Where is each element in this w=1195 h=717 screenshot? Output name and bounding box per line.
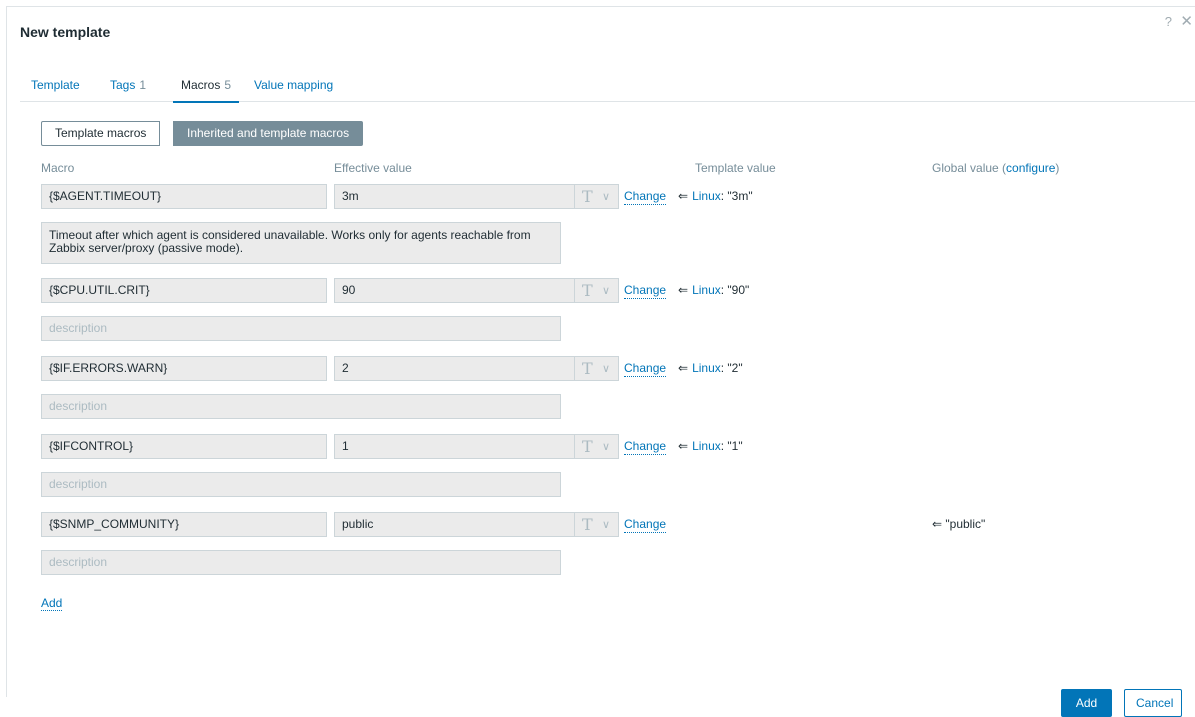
change-link[interactable]: Change [624,439,667,455]
effective-value-column-header: Effective value [334,161,412,175]
add-button[interactable]: Add [1061,689,1112,717]
close-icon[interactable]: ✕ [1180,14,1193,29]
chevron-down-icon: ∨ [602,191,611,203]
macro-column-header: Macro [41,161,75,175]
text-type-icon: T [582,281,593,300]
chevron-down-icon: ∨ [602,285,611,297]
chevron-down-icon: ∨ [602,441,611,453]
macro-name-field[interactable]: {$AGENT.TIMEOUT} [41,184,327,209]
inherit-arrow-icon: ⇐ [678,439,689,453]
tab-tags[interactable]: Tags 1 [110,77,146,102]
dialog-title: New template [20,24,111,40]
tab-label: Macros [181,78,221,92]
template-value: ⇐ Linux: "90" [672,283,749,297]
template-value-column-header: Template value [695,161,776,175]
tab-count: 1 [139,78,147,92]
change-link[interactable]: Change [624,283,667,299]
chevron-down-icon: ∨ [602,519,611,531]
tab-count: 5 [224,78,232,92]
template-value-text: : "90" [720,283,750,297]
macro-name-field[interactable]: {$IFCONTROL} [41,434,327,459]
template-link[interactable]: Linux [692,189,721,203]
tab-macros[interactable]: Macros 5 [172,77,240,103]
template-value-text: : "1" [720,439,743,453]
global-value-label: Global value ( [932,161,1007,175]
macro-description-field[interactable]: description [41,394,561,419]
template-link[interactable]: Linux [692,361,721,375]
value-type-dropdown[interactable]: T ∨ [575,512,619,537]
inherited-macros-toggle[interactable]: Inherited and template macros [173,121,364,146]
text-type-icon: T [582,187,593,206]
text-type-icon: T [582,515,593,534]
template-link[interactable]: Linux [692,283,721,297]
inherit-arrow-icon: ⇐ [678,361,689,375]
global-value: ⇐ "public" [932,517,986,531]
global-value-column-header: Global value (configure) [932,161,1059,175]
tab-label: Template [31,78,80,92]
macro-description-field[interactable]: Timeout after which agent is considered … [41,222,561,264]
change-link[interactable]: Change [624,517,667,533]
tab-label: Value mapping [254,78,334,92]
value-type-dropdown[interactable]: T ∨ [575,184,619,209]
macro-name-field[interactable]: {$CPU.UTIL.CRIT} [41,278,327,303]
template-macros-toggle[interactable]: Template macros [41,121,161,146]
macro-name-field[interactable]: {$IF.ERRORS.WARN} [41,356,327,381]
add-macro-link[interactable]: Add [41,596,63,611]
change-link[interactable]: Change [624,361,667,377]
text-type-icon: T [582,359,593,378]
cancel-button[interactable]: Cancel [1124,689,1182,717]
macro-name-field[interactable]: {$SNMP_COMMUNITY} [41,512,327,537]
macro-value-field[interactable]: 90 [334,278,575,303]
macro-value-field[interactable]: 3m [334,184,575,209]
change-link[interactable]: Change [624,189,667,205]
macro-value-field[interactable]: 1 [334,434,575,459]
value-type-dropdown[interactable]: T ∨ [575,356,619,381]
chevron-down-icon: ∨ [602,363,611,375]
inherit-arrow-icon: ⇐ [678,283,689,297]
macro-description-field[interactable]: description [41,472,561,497]
tab-template[interactable]: Template [31,77,80,102]
macro-value-field[interactable]: public [334,512,575,537]
tab-value-mapping[interactable]: Value mapping [254,77,333,102]
macro-value-field[interactable]: 2 [334,356,575,381]
inherit-arrow-icon: ⇐ [678,189,689,203]
template-value: ⇐ Linux: "3m" [672,189,753,203]
help-icon[interactable]: ? [1165,15,1172,29]
template-dialog: New template ? ✕ Template Tags 1 Macros 5 … [6,6,1195,697]
template-value: ⇐ Linux: "1" [672,439,743,453]
macro-description-field[interactable]: description [41,316,561,341]
text-type-icon: T [582,437,593,456]
template-value: ⇐ Linux: "2" [672,361,743,375]
tab-label: Tags [110,78,136,92]
template-link[interactable]: Linux [692,439,721,453]
value-type-dropdown[interactable]: T ∨ [575,278,619,303]
value-type-dropdown[interactable]: T ∨ [575,434,619,459]
tab-bar: Template Tags 1 Macros 5 Value mapping [20,77,1195,103]
macro-description-field[interactable]: description [41,550,561,575]
configure-link[interactable]: configure [1006,161,1055,175]
template-value-text: : "3m" [720,189,753,203]
template-value-text: : "2" [720,361,743,375]
global-value-close: ) [1055,161,1060,175]
